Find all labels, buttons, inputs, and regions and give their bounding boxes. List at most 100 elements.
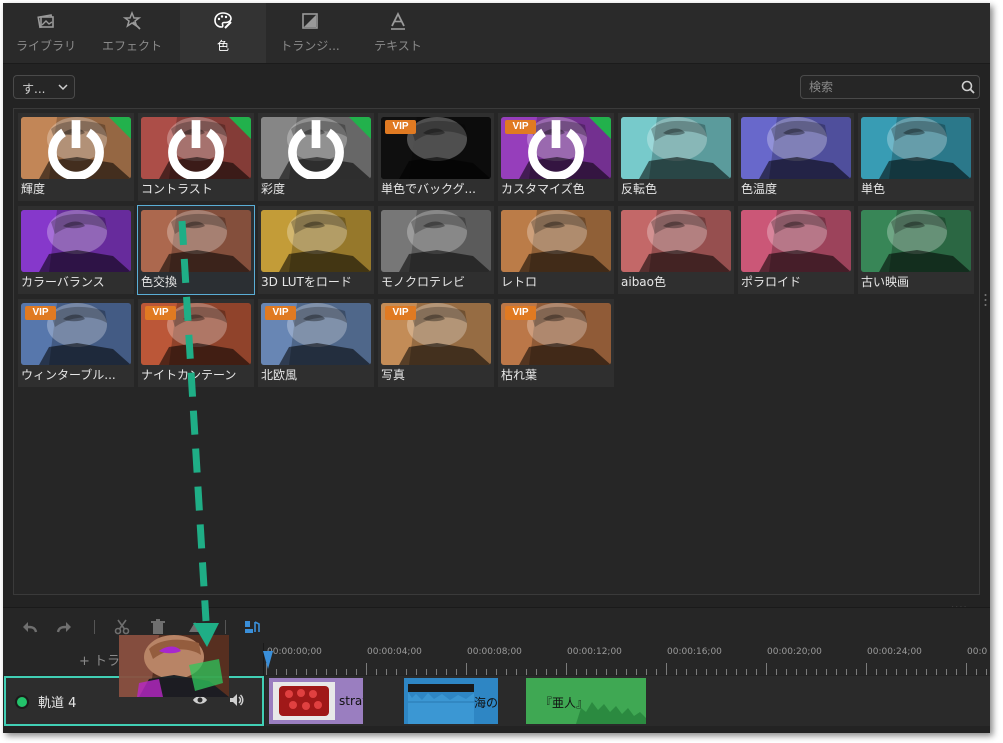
- timeline-clip[interactable]: 海の: [404, 678, 498, 724]
- timeline-ruler[interactable]: 00:00:00;00 00:00:04;00 00:00:08;00 00:00:1…: [263, 643, 990, 675]
- tab-label: トランジ...: [280, 39, 340, 53]
- ruler-tick: [276, 669, 277, 675]
- ruler-tick: [966, 663, 967, 675]
- ruler-tick: [536, 669, 537, 675]
- transition-icon: [302, 13, 318, 29]
- effect-card[interactable]: 古い映画: [858, 206, 974, 294]
- video-editor-window: ライブラリ エフェクト 色 トランジ... テキスト す... 輝度 コントラスト…: [3, 3, 990, 733]
- resize-handle-icon[interactable]: [984, 293, 987, 307]
- tab-label: 色: [216, 39, 229, 53]
- effect-thumbnail: VIP: [501, 117, 611, 179]
- ruler-tick: [936, 669, 937, 675]
- undo-icon: [23, 622, 38, 633]
- effect-card[interactable]: レトロ: [498, 206, 614, 294]
- ruler-tick: [436, 669, 437, 675]
- effect-thumbnail: [741, 210, 851, 272]
- tab-library[interactable]: ライブラリ: [3, 3, 89, 63]
- effect-card[interactable]: モノクロテレビ: [378, 206, 494, 294]
- effect-card[interactable]: VIP 北欧風: [258, 299, 374, 387]
- effect-name: カスタマイズ色: [501, 182, 585, 196]
- ruler-tick: [316, 669, 317, 675]
- ruler-tick: [426, 669, 427, 675]
- ruler-tick: [836, 669, 837, 675]
- speaker-icon[interactable]: [228, 692, 244, 708]
- ruler-tick: [556, 669, 557, 675]
- crop-icon: [189, 622, 201, 632]
- ruler-tick: [616, 669, 617, 675]
- search-icon[interactable]: [961, 80, 975, 94]
- power-icon: [48, 120, 104, 179]
- drag-preview-image: [119, 635, 229, 697]
- tab-label: テキスト: [374, 39, 422, 53]
- effect-card[interactable]: 3D LUTをロード: [258, 206, 374, 294]
- effect-card[interactable]: VIP ナイトカンテーン: [138, 299, 254, 387]
- ruler-tick: [526, 669, 527, 675]
- track-lane[interactable]: strav 海の 『亜人』: [265, 676, 990, 726]
- magic-wand-icon: [122, 11, 142, 30]
- effect-card[interactable]: aibao色: [618, 206, 734, 294]
- cut-button[interactable]: [113, 618, 131, 636]
- tab-text[interactable]: テキスト: [355, 3, 441, 63]
- clip-label: strav: [339, 694, 363, 708]
- playhead-marker[interactable]: [263, 651, 273, 669]
- tab-color[interactable]: 色: [180, 3, 266, 63]
- effect-name: 色交換: [141, 275, 178, 289]
- effect-card[interactable]: VIP 枯れ葉: [498, 299, 614, 387]
- ruler-tick: [806, 669, 807, 675]
- ruler-tick: [506, 669, 507, 675]
- ruler-tick: [296, 669, 297, 675]
- effect-card[interactable]: VIP カスタマイズ色: [498, 113, 614, 201]
- text-icon: [391, 11, 405, 30]
- ruler-tick: [986, 669, 987, 675]
- redo-button[interactable]: [55, 618, 73, 636]
- effect-card[interactable]: VIP 単色でバックグ...: [378, 113, 494, 201]
- timeline-clip[interactable]: strav: [269, 678, 363, 724]
- power-icon: [528, 120, 584, 179]
- ruler-timecode: 00:00:00;00: [267, 647, 322, 657]
- ruler-tick: [386, 669, 387, 675]
- ruler-timecode: 00:00:16;00: [667, 647, 722, 657]
- effect-card[interactable]: 輝度: [18, 113, 134, 201]
- media-tab-bar: ライブラリ エフェクト 色 トランジ... テキスト: [3, 3, 990, 64]
- ruler-tick: [756, 669, 757, 675]
- power-icon: [168, 120, 224, 179]
- effect-card[interactable]: カラーバランス: [18, 206, 134, 294]
- split-audio-button[interactable]: [243, 618, 261, 636]
- effect-card[interactable]: 彩度: [258, 113, 374, 201]
- timeline-clip[interactable]: 『亜人』: [526, 678, 646, 724]
- effect-card[interactable]: 単色: [858, 113, 974, 201]
- trash-icon: [151, 619, 165, 634]
- undo-button[interactable]: [21, 618, 39, 636]
- effect-thumbnail: [861, 117, 971, 179]
- effect-card[interactable]: VIP 写真: [378, 299, 494, 387]
- effect-card[interactable]: 色温度: [738, 113, 854, 201]
- ruler-tick: [926, 669, 927, 675]
- effect-thumbnail: VIP: [21, 303, 131, 365]
- effect-card[interactable]: 色交換: [137, 205, 255, 295]
- search-input[interactable]: [801, 76, 967, 98]
- vip-badge: VIP: [385, 306, 416, 320]
- effect-card[interactable]: 反転色: [618, 113, 734, 201]
- effect-card[interactable]: コントラスト: [138, 113, 254, 201]
- crop-button[interactable]: [186, 618, 204, 636]
- effect-name: ウィンターブル...: [21, 368, 116, 382]
- effect-preview-image: [381, 210, 491, 272]
- effect-card[interactable]: ポラロイド: [738, 206, 854, 294]
- color-effects-panel: 輝度 コントラスト 彩度 VIP 単色でバックグ... VIP カスタマイズ色 反転色 色温度 単…: [13, 108, 980, 595]
- dropdown-value: す...: [22, 82, 46, 96]
- effect-thumbnail: [501, 210, 611, 272]
- effect-thumbnail: [261, 117, 371, 179]
- delete-button[interactable]: [149, 618, 167, 636]
- effect-name: 単色: [861, 182, 886, 196]
- effect-thumbnail: [21, 210, 131, 272]
- tab-effects[interactable]: エフェクト: [89, 3, 175, 63]
- toolbar-divider: [94, 620, 95, 634]
- ruler-tick: [866, 663, 867, 675]
- effect-preview-image: [21, 210, 131, 272]
- ruler-tick: [716, 669, 717, 675]
- effect-card[interactable]: VIP ウィンターブル...: [18, 299, 134, 387]
- ruler-tick: [396, 669, 397, 675]
- tab-transition[interactable]: トランジ...: [267, 3, 353, 63]
- category-dropdown[interactable]: す...: [13, 75, 75, 99]
- vip-badge: VIP: [505, 306, 536, 320]
